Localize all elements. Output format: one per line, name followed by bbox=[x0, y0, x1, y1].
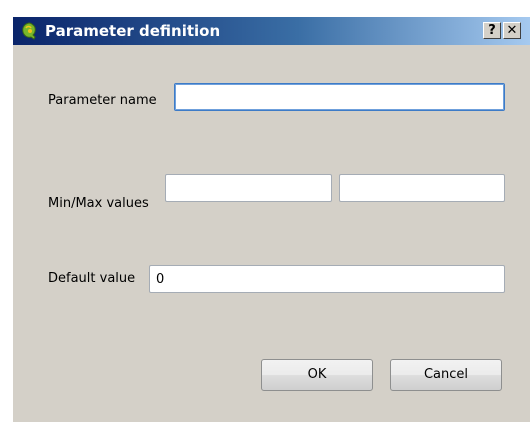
min-value-input[interactable] bbox=[165, 174, 332, 202]
help-button[interactable]: ? bbox=[483, 22, 501, 39]
qgis-icon bbox=[20, 22, 38, 40]
max-value-input[interactable] bbox=[339, 174, 505, 202]
window-title: Parameter definition bbox=[45, 22, 221, 40]
cancel-button[interactable]: Cancel bbox=[390, 359, 502, 391]
min-max-values-label: Min/Max values bbox=[48, 196, 149, 211]
parameter-definition-dialog: Parameter definition ? ✕ Parameter name … bbox=[12, 17, 530, 422]
parameter-name-input[interactable] bbox=[174, 83, 505, 111]
close-icon: ✕ bbox=[506, 23, 518, 38]
title-bar[interactable]: Parameter definition ? ✕ bbox=[13, 17, 530, 45]
default-value-input[interactable] bbox=[149, 265, 505, 293]
parameter-name-label: Parameter name bbox=[48, 93, 157, 108]
ok-button[interactable]: OK bbox=[261, 359, 373, 391]
close-button[interactable]: ✕ bbox=[503, 22, 521, 39]
default-value-label: Default value bbox=[48, 271, 136, 286]
help-icon: ? bbox=[488, 23, 496, 38]
